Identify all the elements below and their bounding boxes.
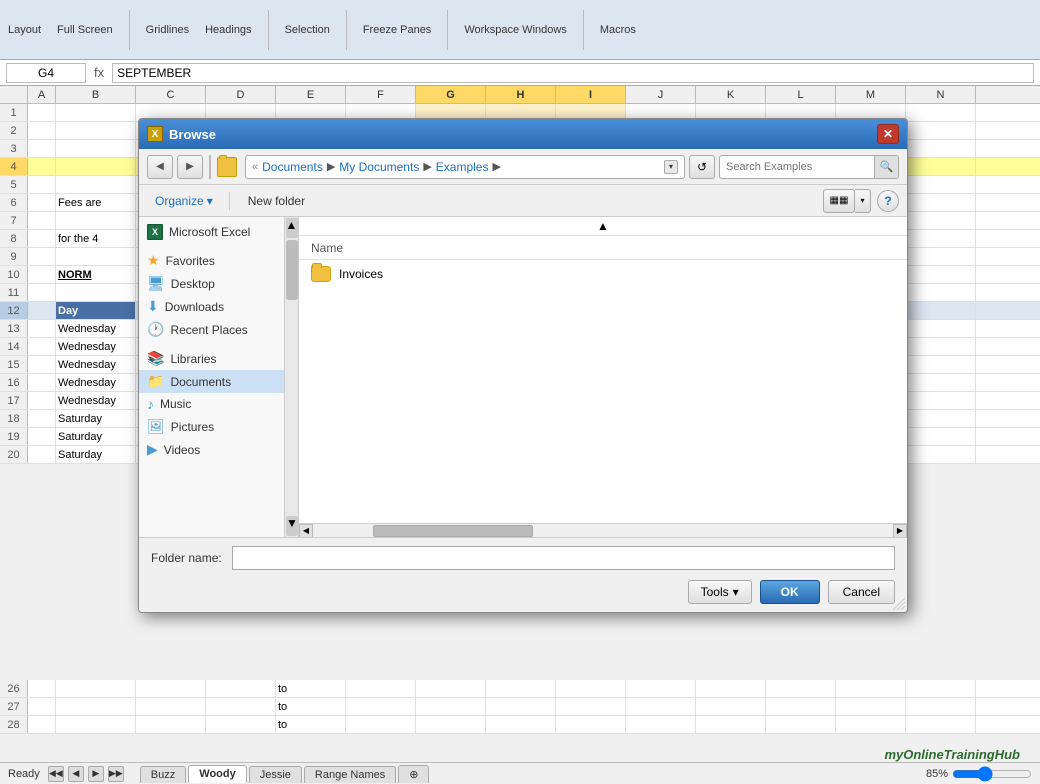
organize-arrow: ▾ [207,194,213,208]
search-input[interactable] [720,161,874,173]
organize-label: Organize [155,194,204,208]
microsoft-excel-icon: X [147,224,163,240]
sidebar-label-favorites: Favorites [166,254,215,268]
footer-buttons: Tools ▾ OK Cancel [151,580,895,604]
file-item-invoices-label: Invoices [339,267,383,281]
pictures-icon: 🖼 [147,418,165,435]
sidebar-label-downloads: Downloads [165,300,224,314]
cancel-button[interactable]: Cancel [828,580,895,604]
hscroll-track [313,524,893,537]
sidebar-label-microsoft-excel: Microsoft Excel [169,225,250,239]
dialog-footer: Folder name: Tools ▾ OK Cancel [139,537,907,612]
forward-button[interactable]: ▶ [177,155,203,179]
folder-nav-icon [217,157,237,177]
hscroll-right-btn[interactable]: ▶ [893,524,907,538]
organize-button[interactable]: Organize ▾ [147,191,221,211]
toolbar-sep [229,192,230,210]
ok-button[interactable]: OK [760,580,820,604]
back-button[interactable]: ◀ [147,155,173,179]
breadcrumb-sep-1: ▶ [327,160,335,173]
search-bar: 🔍 [719,155,899,179]
favorites-icon: ★ [147,252,160,269]
view-button[interactable]: ▦▦ [823,189,855,213]
dialog-files: ▲ Name Invoices ◀ [299,217,907,537]
sidebar-item-microsoft-excel[interactable]: X Microsoft Excel [139,221,298,243]
nav-separator [209,155,211,179]
dialog-toolbar: Organize ▾ New folder ▦▦ ▾ ? [139,185,907,217]
refresh-button[interactable]: ↺ [689,155,715,179]
invoices-folder-icon [311,266,331,282]
sidebar-item-videos[interactable]: ▶ Videos [139,438,298,461]
search-button[interactable]: 🔍 [874,156,898,178]
breadcrumb-dropdown[interactable]: ▾ [664,160,678,174]
sidebar-label-documents: Documents [170,375,231,389]
videos-icon: ▶ [147,441,158,458]
breadcrumb-double-arrow: « [252,161,258,173]
downloads-icon: ⬇ [147,298,159,315]
hscroll-left-btn[interactable]: ◀ [299,524,313,538]
sidebar-item-downloads[interactable]: ⬇ Downloads [139,295,298,318]
dialog-titlebar[interactable]: X Browse ✕ [139,119,907,149]
sidebar-scrollbar[interactable]: ▲ ▼ [284,217,298,537]
sort-arrow[interactable]: ▲ [299,217,907,236]
view-dropdown[interactable]: ▾ [855,189,871,213]
sidebar-item-music[interactable]: ♪ Music [139,393,298,415]
dialog-navbar: ◀ ▶ « Documents ▶ My Documents ▶ Example… [139,149,907,185]
documents-icon: 📁 [147,373,164,390]
sidebar-item-desktop[interactable]: 🖥 Desktop [139,272,298,295]
file-column-header[interactable]: Name [299,236,907,260]
libraries-icon: 📚 [147,350,164,367]
breadcrumb-sep-3: ▶ [492,160,500,173]
name-column-header[interactable]: Name [311,241,343,255]
dialog-title: Browse [169,127,216,142]
music-icon: ♪ [147,396,154,412]
folder-name-row: Folder name: [151,546,895,570]
tools-button[interactable]: Tools ▾ [688,580,752,604]
help-button[interactable]: ? [877,190,899,212]
breadcrumb-my-documents[interactable]: My Documents [339,160,419,174]
desktop-icon: 🖥 [147,275,165,292]
dialog-sidebar: X Microsoft Excel ★ Favorites 🖥 Desktop [139,217,299,537]
dialog-close-button[interactable]: ✕ [877,124,899,144]
tools-label: Tools [701,585,729,599]
sidebar-scroll-thumb[interactable] [286,240,298,300]
new-folder-button[interactable]: New folder [238,191,315,211]
horizontal-scrollbar[interactable]: ◀ ▶ [299,523,907,537]
sidebar-item-favorites[interactable]: ★ Favorites [139,249,298,272]
sidebar-label-music: Music [160,397,191,411]
recent-places-icon: 🕐 [147,321,164,338]
sidebar-item-pictures[interactable]: 🖼 Pictures [139,415,298,438]
sidebar-scroll-up[interactable]: ▲ [286,218,298,238]
browse-dialog: X Browse ✕ ◀ ▶ « Documents ▶ My Document… [138,118,908,613]
dialog-title-icon: X [147,126,163,142]
view-controls: ▦▦ ▾ ? [823,189,899,213]
dialog-overlay: X Browse ✕ ◀ ▶ « Documents ▶ My Document… [0,0,1040,784]
sidebar-item-documents[interactable]: 📁 Documents [139,370,298,393]
breadcrumb-examples[interactable]: Examples [436,160,489,174]
tools-arrow: ▾ [733,585,739,599]
breadcrumb-bar: « Documents ▶ My Documents ▶ Examples ▶ … [245,155,685,179]
sidebar-label-libraries: Libraries [170,352,216,366]
excel-background: Layout Full Screen Gridlines Headings Se… [0,0,1040,784]
sidebar-scroll-down[interactable]: ▼ [286,516,298,536]
resize-grip[interactable] [893,598,905,610]
excel-x-label: X [152,129,159,140]
breadcrumb-sep-2: ▶ [423,160,431,173]
sidebar-item-libraries[interactable]: 📚 Libraries [139,347,298,370]
sidebar-label-desktop: Desktop [171,277,215,291]
dialog-body: X Microsoft Excel ★ Favorites 🖥 Desktop [139,217,907,537]
file-item-invoices[interactable]: Invoices [299,260,907,288]
folder-name-input[interactable] [232,546,895,570]
sidebar-label-pictures: Pictures [171,420,214,434]
sidebar-label-videos: Videos [164,443,200,457]
folder-name-label: Folder name: [151,551,222,565]
hscroll-thumb[interactable] [373,525,533,537]
sidebar-label-recent-places: Recent Places [170,323,247,337]
sidebar-item-recent-places[interactable]: 🕐 Recent Places [139,318,298,341]
breadcrumb-documents[interactable]: Documents [262,160,323,174]
